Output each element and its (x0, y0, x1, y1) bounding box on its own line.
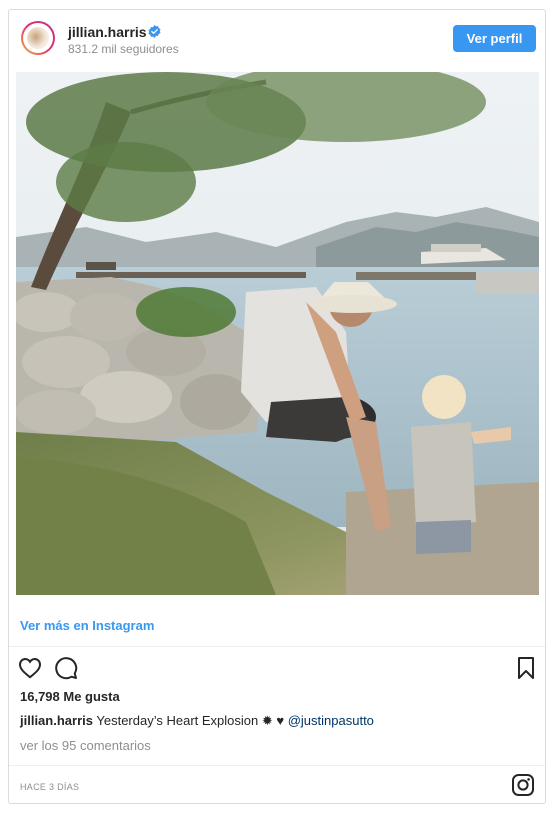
caption-mention[interactable]: @justinpasutto (288, 713, 374, 728)
view-profile-button[interactable]: Ver perfil (453, 25, 536, 52)
comment-bubble-icon[interactable] (54, 656, 78, 680)
avatar-photo (27, 27, 49, 49)
caption-username[interactable]: jillian.harris (20, 713, 93, 728)
heart-icon[interactable] (18, 656, 42, 680)
bookmark-icon[interactable] (514, 656, 538, 680)
view-more-link[interactable]: Ver más en Instagram (20, 618, 154, 633)
post-photo[interactable] (16, 72, 539, 595)
caption-text: Yesterday’s Heart Explosion ✹ ♥ (96, 713, 285, 728)
follower-count: 831.2 mil seguidores (68, 42, 179, 56)
username[interactable]: jillian.harris (68, 24, 147, 40)
avatar[interactable] (21, 21, 55, 55)
instagram-embed-card: jillian.harris 831.2 mil seguidores Ver … (8, 9, 546, 804)
divider (9, 765, 545, 766)
verified-badge-icon (148, 25, 161, 38)
instagram-logo-icon[interactable] (511, 773, 535, 797)
view-comments-link[interactable]: ver los 95 comentarios (20, 738, 151, 753)
post-timestamp: HACE 3 DÍAS (20, 782, 80, 792)
like-count[interactable]: 16,798 Me gusta (20, 689, 120, 704)
divider (9, 646, 545, 647)
post-header: jillian.harris 831.2 mil seguidores Ver … (9, 10, 545, 72)
post-photo-image (16, 72, 539, 595)
caption: jillian.harris Yesterday’s Heart Explosi… (20, 713, 374, 729)
